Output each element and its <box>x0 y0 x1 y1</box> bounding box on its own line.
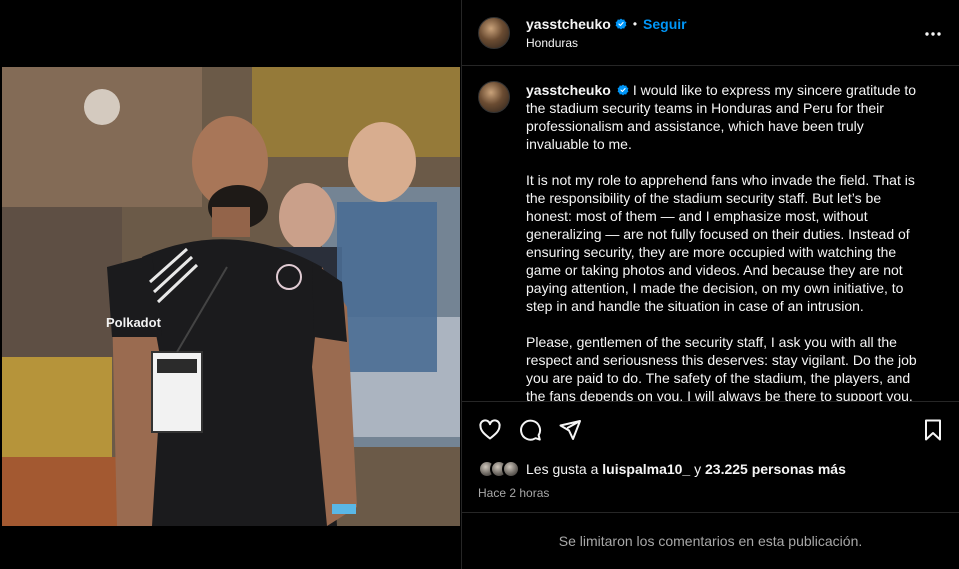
caption-paragraph-1: yasstcheuko I would like to express my s… <box>526 81 926 153</box>
more-options-button[interactable] <box>921 22 945 46</box>
liker-avatar <box>502 460 520 478</box>
post-photo[interactable]: Polkadot <box>2 67 460 526</box>
share-button[interactable] <box>558 418 582 442</box>
post-header-text: yasstcheuko • Seguir Honduras <box>526 16 687 50</box>
post-header-row: yasstcheuko • Seguir <box>526 16 687 32</box>
likes-count[interactable]: 23.225 personas más <box>705 461 846 477</box>
photo-sponsor-text: Polkadot <box>106 315 162 330</box>
liker-avatars <box>478 460 520 478</box>
heart-icon <box>479 419 501 440</box>
caption-username[interactable]: yasstcheuko <box>526 82 611 98</box>
caption-paragraph-2: It is not my role to apprehend fans who … <box>526 172 915 314</box>
comment-icon <box>520 419 542 441</box>
header-separator-dot: • <box>632 16 638 31</box>
author-username[interactable]: yasstcheuko <box>526 16 611 32</box>
bookmark-icon <box>925 419 941 441</box>
post-timestamp[interactable]: Hace 2 horas <box>462 480 959 506</box>
likes-summary[interactable]: Les gusta a luispalma10_ y 23.225 person… <box>462 458 959 480</box>
save-button[interactable] <box>921 418 945 442</box>
send-icon <box>559 420 581 440</box>
post-actions-bar <box>462 402 959 458</box>
caption-paragraph-3: Please, gentlemen of the security staff,… <box>526 334 917 402</box>
follow-button[interactable]: Seguir <box>643 16 687 32</box>
verified-badge-icon <box>617 84 629 96</box>
likes-user[interactable]: luispalma10_ <box>602 461 690 477</box>
caption-author-avatar[interactable] <box>478 81 510 113</box>
post-photo-illustration: Polkadot <box>2 67 460 526</box>
comments-limited-notice: Se limitaron los comentarios en esta pub… <box>462 512 959 569</box>
post-location[interactable]: Honduras <box>526 36 687 50</box>
comment-button[interactable] <box>518 418 542 442</box>
post-caption: yasstcheuko I would like to express my s… <box>526 81 926 401</box>
likes-conjunction: y <box>694 461 702 477</box>
post-header: yasstcheuko • Seguir Honduras <box>462 0 959 66</box>
like-button[interactable] <box>478 418 502 442</box>
more-horizontal-icon <box>925 32 941 36</box>
post-media-pane: Polkadot <box>0 0 461 569</box>
caption-area[interactable]: yasstcheuko I would like to express my s… <box>462 66 959 402</box>
post-side-panel: yasstcheuko • Seguir Honduras yasstcheuk… <box>461 0 959 569</box>
verified-badge-icon <box>615 18 627 29</box>
likes-prefix: Les gusta a <box>526 461 599 477</box>
author-avatar[interactable] <box>478 16 510 49</box>
